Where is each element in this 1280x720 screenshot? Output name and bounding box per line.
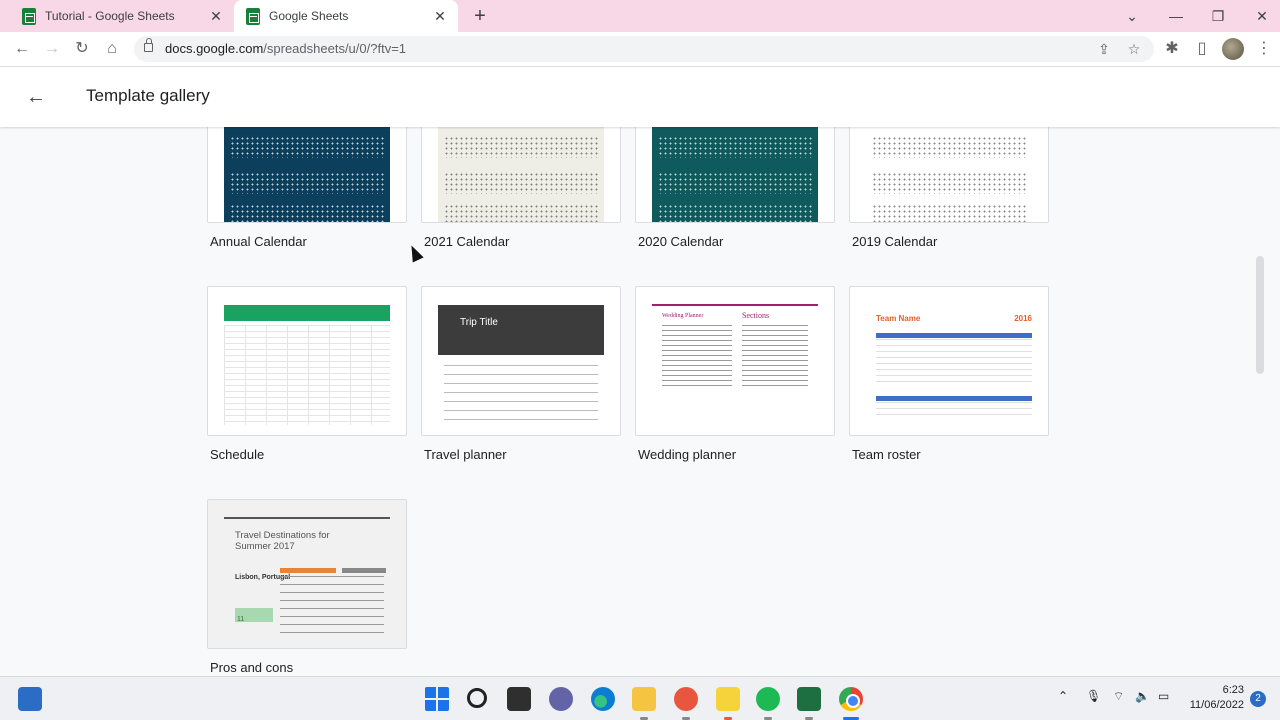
show-hidden-icons-icon[interactable]: ⌃ [1058, 689, 1068, 703]
forward-icon[interactable]: → [40, 38, 64, 60]
reload-icon[interactable]: ↻ [70, 38, 94, 60]
trip-title: Trip Title [460, 317, 498, 328]
minimize-button[interactable]: — [1164, 4, 1188, 28]
tab-strip: Tutorial - Google Sheets ✕ Google Sheets… [0, 0, 1280, 32]
schedule-header-band [224, 305, 390, 321]
url-text: docs.google.com/spreadsheets/u/0/?ftv=1 [165, 41, 407, 56]
teams-chat-icon[interactable] [549, 687, 573, 711]
trip-lines [444, 365, 598, 425]
bookmark-star-icon[interactable]: ☆ [1124, 39, 1144, 59]
notification-badge[interactable]: 2 [1250, 691, 1266, 707]
template-gallery: Annual Calendar 2021 Calendar 2020 Calen… [0, 127, 1280, 676]
template-thumbnail[interactable] [207, 286, 407, 436]
sheets-favicon-icon [246, 7, 260, 25]
battery-icon[interactable]: ▭ [1158, 689, 1169, 703]
chrome-icon[interactable] [839, 687, 863, 711]
close-tab-icon[interactable]: ✕ [208, 8, 224, 24]
template-thumbnail[interactable] [421, 127, 621, 223]
extensions-icon[interactable]: ✱ [1160, 38, 1184, 60]
wedding-sections: Sections [742, 311, 770, 320]
lock-icon[interactable] [144, 38, 153, 52]
edge-icon[interactable] [591, 687, 615, 711]
sheets-favicon-icon [22, 7, 36, 25]
template-thumbnail[interactable]: Wedding Planner Sections [635, 286, 835, 436]
tab-tutorial[interactable]: Tutorial - Google Sheets ✕ [0, 0, 234, 32]
template-name: Wedding planner [638, 447, 737, 462]
template-name: 2020 Calendar [638, 234, 724, 249]
side-panel-icon[interactable]: ▯ [1190, 38, 1214, 60]
pros-score-cell: 11 [235, 608, 273, 623]
roster-year: 2016 [1014, 314, 1032, 323]
clock-time: 6:23 [1222, 684, 1244, 696]
trip-header-band: Trip Title [438, 305, 604, 355]
close-tab-icon[interactable]: ✕ [432, 8, 448, 24]
profile-avatar[interactable] [1222, 38, 1244, 60]
template-thumbnail[interactable]: Trip Title [421, 286, 621, 436]
page-scrollbar[interactable] [1256, 256, 1264, 374]
gallery-header: ← Template gallery [0, 67, 1280, 127]
system-clock[interactable]: 6:23 11/06/2022 [1186, 683, 1244, 713]
pros-title: Travel Destinations for Summer 2017 [235, 530, 330, 552]
spotify-icon[interactable] [756, 687, 780, 711]
snipping-tool-icon[interactable] [674, 687, 698, 711]
template-thumbnail[interactable] [849, 127, 1049, 223]
template-thumbnail[interactable]: Team Name 2016 [849, 286, 1049, 436]
page-title: Template gallery [86, 86, 210, 105]
wedding-rule [652, 304, 818, 306]
restore-button[interactable]: ❐ [1206, 4, 1230, 28]
template-name: Schedule [210, 447, 265, 462]
task-view-icon[interactable] [507, 687, 531, 711]
home-icon[interactable]: ⌂ [100, 38, 124, 60]
share-icon[interactable]: ⇪ [1094, 39, 1114, 59]
close-window-button[interactable]: ✕ [1250, 4, 1274, 28]
wifi-icon[interactable]: ⌔ [1113, 689, 1124, 704]
volume-icon[interactable]: 🔈 [1135, 689, 1150, 703]
back-arrow-icon[interactable]: ← [24, 85, 48, 109]
template-name: Team roster [852, 447, 921, 462]
browser-toolbar: ← → ↻ ⌂ docs.google.com/spreadsheets/u/0… [0, 32, 1280, 67]
tab-title: Google Sheets [269, 9, 349, 23]
widgets-icon[interactable] [18, 687, 42, 711]
template-name: 2019 Calendar [852, 234, 938, 249]
file-explorer-icon[interactable] [632, 687, 656, 711]
template-name: Pros and cons [210, 660, 294, 675]
schedule-grid [224, 325, 390, 425]
tab-search-icon[interactable]: ⌄ [1120, 4, 1144, 28]
tab-google-sheets[interactable]: Google Sheets ✕ [234, 0, 458, 32]
search-icon[interactable] [467, 688, 487, 708]
tab-title: Tutorial - Google Sheets [45, 9, 175, 23]
template-thumbnail[interactable] [207, 127, 407, 223]
roster-title: Team Name [876, 314, 921, 323]
taskbar: ⌃ 🎙 ⌔ 🔈 ▭ 6:23 11/06/2022 2 [0, 676, 1280, 720]
start-icon[interactable] [425, 687, 449, 711]
clock-date: 11/06/2022 [1189, 699, 1244, 711]
sticky-notes-icon[interactable] [716, 687, 740, 711]
template-name: 2021 Calendar [424, 234, 510, 249]
template-thumbnail[interactable]: Travel Destinations for Summer 2017 Lisb… [207, 499, 407, 649]
wedding-title: Wedding Planner [662, 313, 704, 319]
back-icon[interactable]: ← [10, 38, 34, 60]
template-name: Annual Calendar [210, 234, 307, 249]
template-thumbnail[interactable] [635, 127, 835, 223]
new-tab-button[interactable]: + [470, 5, 490, 27]
template-name: Travel planner [424, 447, 507, 462]
more-menu-icon[interactable]: ⋮ [1252, 38, 1276, 60]
microphone-icon[interactable]: 🎙 [1086, 689, 1101, 703]
excel-icon[interactable] [797, 687, 821, 711]
address-bar[interactable]: docs.google.com/spreadsheets/u/0/?ftv=1 … [134, 36, 1154, 62]
